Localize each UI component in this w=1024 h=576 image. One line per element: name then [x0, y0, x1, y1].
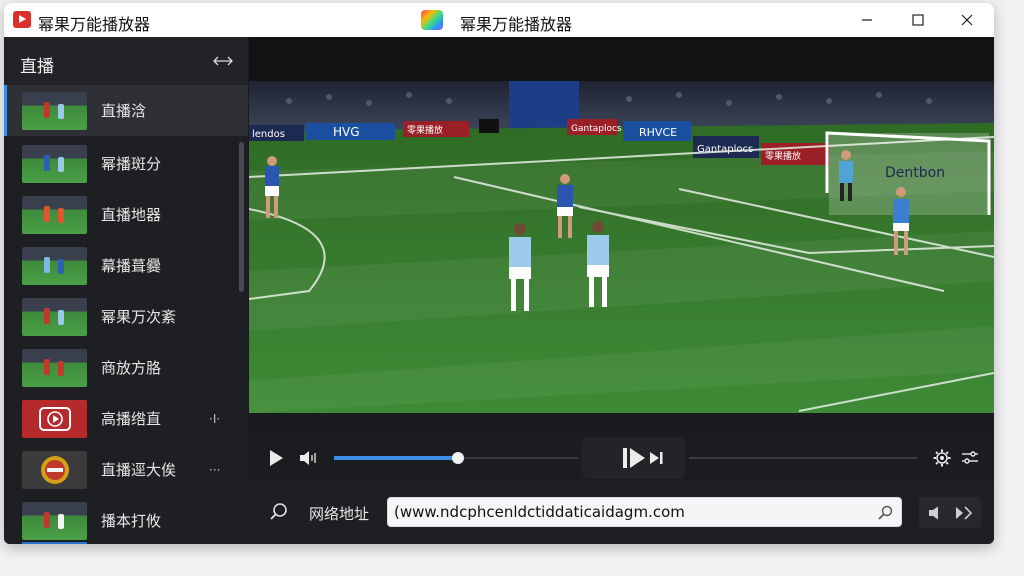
search-icon — [878, 505, 893, 520]
channel-thumbnail — [22, 246, 87, 285]
close-button[interactable] — [944, 3, 990, 37]
play-logo-icon — [38, 406, 71, 431]
football-scene: lendos HVG 零果播放 Gantaplocs RHVCE Gantapl… — [249, 81, 994, 413]
channel-label: 直播逕大俟 — [101, 461, 177, 479]
sliders-icon — [962, 451, 978, 464]
team-badge-icon — [40, 455, 69, 484]
more-options-button[interactable] — [959, 447, 981, 469]
player-controls — [249, 435, 994, 481]
url-search-button[interactable] — [876, 505, 894, 521]
channel-item[interactable]: 商放方胳 — [4, 342, 248, 393]
play-button[interactable] — [265, 447, 287, 469]
maximize-button[interactable] — [895, 3, 941, 37]
center-title: 幂果万能播放器 — [460, 15, 573, 34]
app-logo-icon — [13, 11, 31, 28]
ad-board-4: Gantaplocs — [571, 124, 622, 134]
speaker-icon — [929, 506, 938, 519]
ad-board-7: 零果播放 — [765, 150, 801, 162]
channel-extra: ·I· — [209, 411, 221, 426]
gear-icon — [933, 449, 951, 467]
channel-item[interactable]: 播本打攸 — [4, 495, 248, 544]
channel-label: 直播地器 — [101, 206, 162, 224]
url-label: 网络地址 — [309, 505, 370, 523]
ad-board-1: lendos — [252, 129, 285, 140]
secondary-track[interactable] — [689, 457, 917, 459]
channel-item[interactable]: 高播绺直 ·I· — [4, 393, 248, 444]
address-bar: 网络地址 — [249, 481, 994, 544]
channel-thumbnail — [22, 91, 87, 130]
close-icon — [961, 14, 973, 26]
progress-knob[interactable] — [452, 452, 464, 464]
sidebar-scrollbar[interactable] — [239, 142, 244, 292]
ad-board-2: HVG — [333, 125, 360, 139]
video-frame[interactable]: lendos HVG 零果播放 Gantaplocs RHVCE Gantapl… — [249, 81, 994, 413]
channel-thumbnail — [22, 297, 87, 336]
channel-item[interactable]: 幕播葺爨 — [4, 240, 248, 291]
channel-item[interactable]: 幂果万次紊 — [4, 291, 248, 342]
audio-nav-group — [919, 497, 981, 528]
channel-sidebar: 直播 直播浛 幂播斑分 直播地器 幕播葺爨 幂果万次紊 商放方胳 高播绺直 ·I… — [4, 37, 248, 544]
channel-thumbnail — [22, 501, 87, 540]
next-button[interactable] — [645, 447, 667, 469]
channel-item[interactable]: 直播逕大俟 ··· — [4, 444, 248, 495]
goal-banner: Dentbon — [885, 165, 945, 181]
channel-thumbnail-partial — [22, 542, 87, 544]
volume-icon — [300, 451, 316, 465]
channel-thumbnail — [22, 195, 87, 234]
maximize-icon — [912, 14, 924, 26]
fast-forward-icon — [956, 505, 973, 520]
channel-label: 幕播葺爨 — [101, 257, 162, 275]
volume-button[interactable] — [297, 447, 319, 469]
channel-label: 播本打攸 — [101, 512, 162, 530]
channel-label: 幂果万次紊 — [101, 308, 177, 326]
progress-slider[interactable] — [334, 452, 582, 464]
play-pause-icon — [623, 448, 645, 468]
title-bar[interactable]: 幂果万能播放器 幂果万能播放器 — [4, 3, 994, 37]
channel-thumbnail — [22, 399, 87, 438]
collapse-sidebar-button[interactable] — [212, 52, 234, 70]
ad-board-3: 零果播放 — [407, 124, 443, 136]
mute-button[interactable] — [922, 501, 950, 525]
channel-thumbnail — [22, 144, 87, 183]
search-icon — [270, 503, 287, 520]
center-control-pad — [582, 437, 686, 479]
video-top-band — [249, 37, 994, 81]
search-button[interactable] — [267, 500, 291, 524]
channel-more-icon[interactable]: ··· — [209, 463, 220, 477]
channel-label: 幂播斑分 — [101, 155, 162, 173]
brand-logo-icon — [421, 10, 443, 30]
forward-button[interactable] — [950, 501, 978, 525]
channel-item[interactable]: 幂播斑分 — [4, 138, 248, 189]
channel-label: 商放方胳 — [101, 359, 162, 377]
channel-list: 直播浛 幂播斑分 直播地器 幕播葺爨 幂果万次紊 商放方胳 高播绺直 ·I· 直… — [4, 85, 248, 544]
skip-next-icon — [650, 452, 663, 464]
channel-thumbnail — [22, 348, 87, 387]
sidebar-title: 直播 — [20, 57, 54, 77]
channel-item[interactable]: 直播浛 — [4, 85, 248, 136]
channel-label: 直播浛 — [101, 102, 147, 120]
minimize-icon — [862, 19, 872, 21]
ad-board-5: RHVCE — [639, 126, 677, 139]
channel-thumbnail — [22, 450, 87, 489]
play-icon — [270, 450, 283, 466]
settings-button[interactable] — [931, 447, 953, 469]
swap-arrows-icon — [213, 56, 233, 66]
url-input[interactable] — [387, 497, 902, 527]
progress-fill — [334, 456, 456, 460]
window-title: 幂果万能播放器 — [38, 15, 151, 34]
minimize-button[interactable] — [844, 3, 890, 37]
channel-item[interactable]: 直播地器 — [4, 189, 248, 240]
player-window: 幂果万能播放器 幂果万能播放器 直播 直播浛 幂播斑分 直播地器 幕播葺爨 幂果… — [4, 3, 994, 544]
sidebar-header: 直播 — [4, 37, 248, 85]
channel-label: 高播绺直 — [101, 410, 162, 428]
